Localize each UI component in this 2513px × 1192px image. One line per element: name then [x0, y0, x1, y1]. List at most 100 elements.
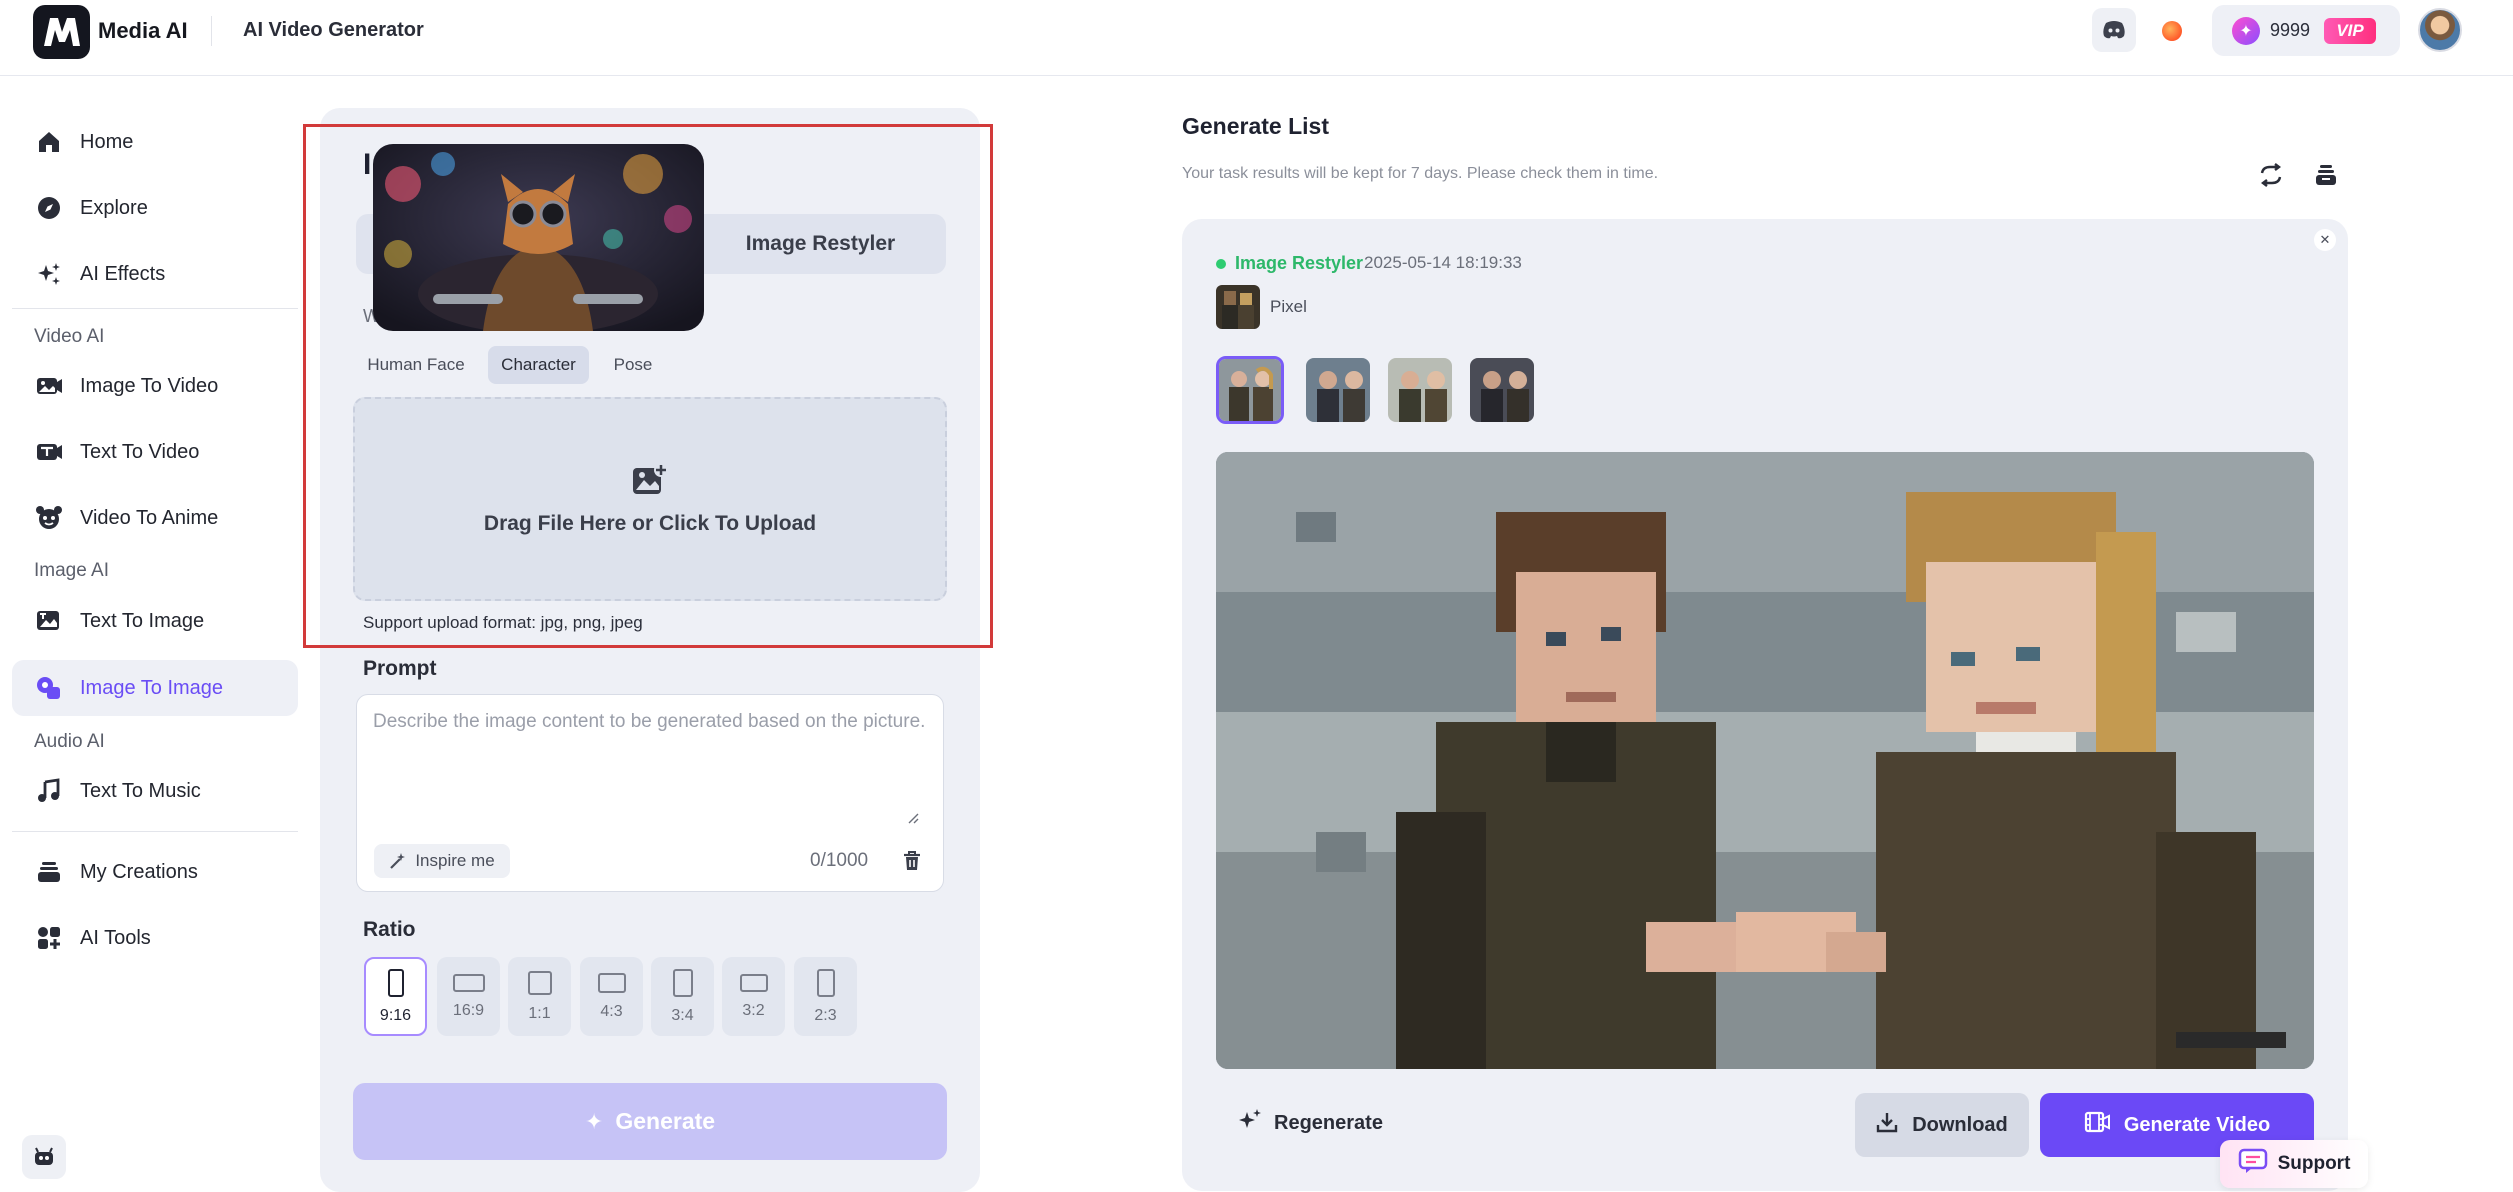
ratio-landscape-icon — [452, 973, 485, 992]
sidebar-item-label: Home — [80, 130, 134, 153]
section-label-video-ai: Video AI — [34, 326, 105, 347]
style-name: Pixel — [1270, 297, 1307, 316]
ratio-text: 16:9 — [452, 1001, 485, 1019]
sidebar-item-text-to-music[interactable]: Text To Music — [12, 763, 298, 819]
result-thumbnail[interactable] — [1216, 356, 1284, 424]
result-thumbnail[interactable] — [1468, 356, 1536, 424]
ratio-option-16-9[interactable]: 16:9 — [437, 957, 500, 1036]
top-bar: Media AI AI Video Generator ✦ 9999 VIP — [0, 0, 2513, 76]
sidebar-item-ai-effects[interactable]: AI Effects — [12, 246, 298, 302]
history-button[interactable] — [2311, 160, 2341, 190]
prompt-label: Prompt — [363, 657, 437, 680]
sparkles-icon: ✦ — [584, 1108, 604, 1134]
sidebar-item-text-to-video[interactable]: Text To Video — [12, 424, 298, 480]
ratio-portrait-icon — [387, 968, 404, 997]
regenerate-label: Regenerate — [1274, 1111, 1383, 1134]
panel-heading: I — [363, 148, 372, 181]
sidebar-divider — [12, 831, 298, 832]
add-image-icon — [633, 463, 668, 494]
credits-badge[interactable]: ✦ 9999 VIP — [2212, 5, 2400, 56]
stack-icon — [34, 857, 64, 887]
user-avatar[interactable] — [2418, 8, 2462, 52]
sub-tab-character[interactable]: Character — [488, 346, 589, 384]
ratio-portrait-icon — [816, 968, 835, 997]
task-timestamp: 2025-05-14 18:19:33 — [1364, 253, 1522, 272]
logo-icon[interactable] — [33, 5, 90, 59]
discord-button[interactable] — [2092, 8, 2136, 52]
generate-label: Generate — [615, 1108, 716, 1134]
sub-tab-pose[interactable]: Pose — [602, 346, 664, 384]
sidebar-item-label: AI Effects — [80, 262, 166, 285]
music-icon — [34, 776, 64, 806]
ratio-text: 9:16 — [379, 1006, 412, 1024]
support-button[interactable]: Support — [2220, 1140, 2368, 1188]
inspire-me-label: Inspire me — [415, 851, 495, 870]
ratio-option-9-16[interactable]: 9:16 — [364, 957, 427, 1036]
grid-icon — [34, 923, 64, 953]
section-label-audio-ai: Audio AI — [34, 731, 105, 752]
resize-grip-icon[interactable] — [905, 810, 919, 824]
film-icon — [2084, 1111, 2110, 1139]
ratio-square-icon — [527, 970, 552, 995]
ratio-option-2-3[interactable]: 2:3 — [794, 957, 857, 1036]
upload-dropzone[interactable]: Drag File Here or Click To Upload — [353, 397, 947, 601]
generate-list-title: Generate List — [1182, 113, 1329, 139]
sidebar-item-text-to-image[interactable]: Text To Image — [12, 593, 298, 649]
upload-instruction: Drag File Here or Click To Upload — [483, 512, 817, 535]
ratio-text: 3:4 — [671, 1006, 694, 1024]
ratio-option-3-4[interactable]: 3:4 — [651, 957, 714, 1036]
chat-bubble-icon — [2238, 1148, 2268, 1180]
tab-image-restyler[interactable]: Image Restyler — [695, 214, 946, 274]
ratio-option-3-2[interactable]: 3:2 — [722, 957, 785, 1036]
regenerate-button[interactable]: Regenerate — [1238, 1105, 1383, 1141]
task-type: Image Restyler — [1235, 253, 1364, 273]
hover-preview-image — [373, 144, 704, 331]
sidebar-item-video-to-anime[interactable]: Video To Anime — [12, 490, 298, 546]
sub-tab-human-face[interactable]: Human Face — [356, 346, 476, 384]
robot-icon — [35, 1147, 53, 1165]
close-icon: ✕ — [2319, 232, 2331, 247]
sidebar-item-explore[interactable]: Explore — [12, 180, 298, 236]
generated-image[interactable] — [1216, 452, 2314, 1069]
magic-wand-icon — [390, 853, 406, 869]
generate-button[interactable]: ✦ Generate — [353, 1083, 947, 1160]
sidebar-item-label: Image To Video — [80, 374, 219, 397]
sidebar-item-ai-tools[interactable]: AI Tools — [12, 910, 298, 966]
clear-prompt-button[interactable] — [900, 849, 924, 873]
sidebar-item-image-to-video[interactable]: Image To Video — [12, 358, 298, 414]
download-button[interactable]: Download — [1855, 1093, 2029, 1157]
sidebar-item-home[interactable]: Home — [12, 114, 298, 170]
app-title: AI Video Generator — [243, 19, 424, 41]
ratio-option-4-3[interactable]: 4:3 — [580, 957, 643, 1036]
assistant-button[interactable] — [22, 1135, 66, 1179]
image-video-icon — [34, 371, 64, 401]
sidebar-item-label: Video To Anime — [80, 506, 219, 529]
result-thumbnail[interactable] — [1386, 356, 1454, 424]
compass-icon — [34, 193, 64, 223]
generate-list-subtitle: Your task results will be kept for 7 day… — [1182, 165, 1659, 182]
support-label: Support — [2277, 1153, 2351, 1174]
status-dot-icon — [1216, 259, 1226, 269]
text-video-icon — [34, 437, 64, 467]
download-icon — [1876, 1111, 1898, 1139]
anime-icon — [34, 503, 64, 533]
ratio-option-1-1[interactable]: 1:1 — [508, 957, 571, 1036]
ratio-text: 1:1 — [528, 1004, 551, 1022]
inspire-me-button[interactable]: Inspire me — [374, 844, 510, 878]
ratio-label: Ratio — [363, 918, 416, 941]
sidebar-item-my-creations[interactable]: My Creations — [12, 844, 298, 900]
brand-name[interactable]: Media AI — [98, 18, 188, 44]
section-label-image-ai: Image AI — [34, 560, 109, 581]
prompt-input[interactable] — [373, 707, 929, 827]
result-thumbnail[interactable] — [1304, 356, 1372, 424]
notification-dot-icon[interactable] — [2162, 21, 2182, 41]
sidebar-item-image-to-image[interactable]: Image To Image — [12, 660, 298, 716]
sidebar: Home Explore AI Effects Video AI Image T… — [0, 77, 300, 1192]
refresh-button[interactable] — [2256, 160, 2286, 190]
credit-gem-icon: ✦ — [2232, 16, 2260, 45]
vip-badge: VIP — [2324, 17, 2377, 44]
sidebar-item-label: AI Tools — [80, 926, 151, 949]
sidebar-divider — [12, 308, 298, 309]
close-result-button[interactable]: ✕ — [2314, 229, 2336, 251]
credit-count: 9999 — [2270, 20, 2311, 40]
